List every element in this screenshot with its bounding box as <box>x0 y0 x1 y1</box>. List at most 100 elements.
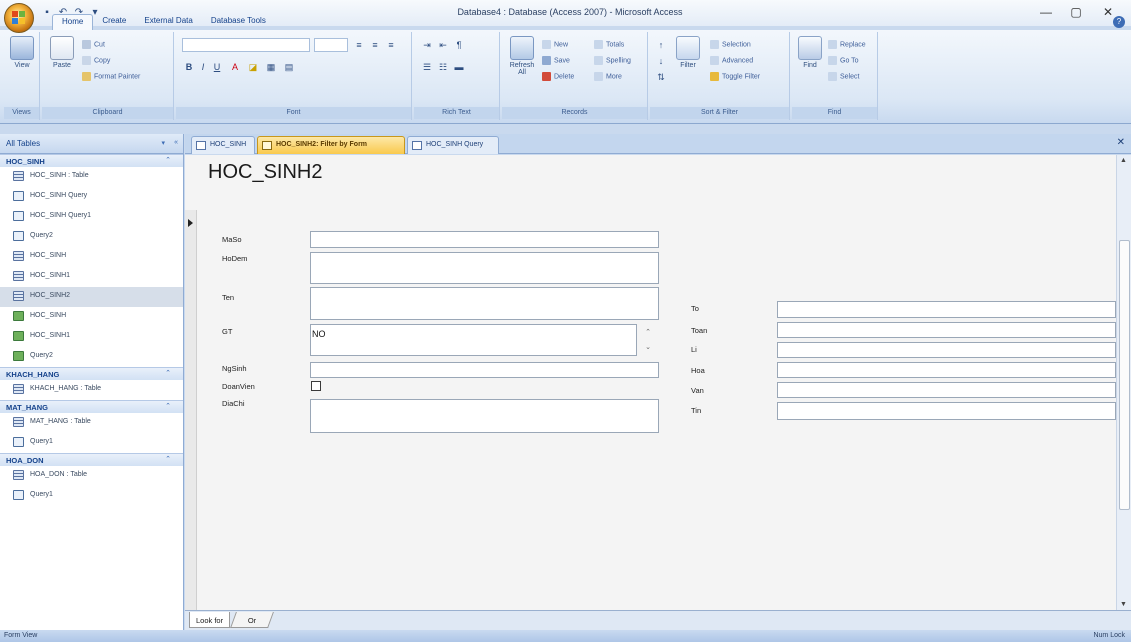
field-ngsinh[interactable] <box>310 362 659 378</box>
sort-descending-icon[interactable]: ↓ <box>654 54 668 68</box>
help-icon[interactable]: ? <box>1113 16 1125 28</box>
view-button[interactable]: View <box>8 36 36 69</box>
font-name-combo[interactable] <box>182 38 310 52</box>
nav-pane-header[interactable]: All Tables ▾ « <box>0 134 183 154</box>
collapse-group-icon[interactable]: ⌃ <box>165 156 171 164</box>
alternate-fill-icon[interactable]: ▤ <box>282 60 296 74</box>
field-maso[interactable] <box>310 231 659 248</box>
scroll-down-arrow-icon[interactable]: ▼ <box>1120 601 1127 608</box>
select-button[interactable]: Select <box>828 72 859 81</box>
field-hodem[interactable] <box>310 252 659 284</box>
close-document-icon[interactable]: ✕ <box>1117 137 1125 148</box>
field-gt[interactable]: NO ⌃ ⌄ <box>310 324 651 356</box>
vertical-scrollbar[interactable]: ▲ ▼ <box>1116 155 1131 610</box>
gridlines-icon[interactable]: ▦ <box>264 60 278 74</box>
nav-group-header[interactable]: MAT_HANG ⌃ <box>0 400 183 413</box>
totals-button[interactable]: Totals <box>594 40 624 49</box>
cut-button[interactable]: Cut <box>82 40 105 49</box>
doc-tab-hoc-sinh[interactable]: HOC_SINH <box>191 136 255 154</box>
field-tin[interactable] <box>777 402 1116 420</box>
field-hoa[interactable] <box>777 362 1116 378</box>
field-to[interactable] <box>777 301 1116 318</box>
delete-record-button[interactable]: Delete <box>542 72 574 81</box>
nav-group-header[interactable]: HOA_DON ⌃ <box>0 453 183 466</box>
maximize-button[interactable]: ▢ <box>1064 4 1088 20</box>
collapse-group-icon[interactable]: ⌃ <box>165 369 171 377</box>
nav-item[interactable]: Query1 <box>0 433 183 453</box>
font-size-combo[interactable] <box>314 38 348 52</box>
collapse-group-icon[interactable]: ⌃ <box>165 402 171 410</box>
align-right-icon[interactable]: ≡ <box>384 38 398 52</box>
sort-ascending-icon[interactable]: ↑ <box>654 38 668 52</box>
nav-item[interactable]: HOC_SINH <box>0 247 183 267</box>
clear-sort-icon[interactable]: ⇅ <box>654 70 668 84</box>
minimize-button[interactable]: — <box>1034 4 1058 20</box>
nav-dropdown-icon[interactable]: ▾ <box>161 139 165 147</box>
advanced-filter-button[interactable]: Advanced <box>710 56 753 65</box>
refresh-all-button[interactable]: Refresh All <box>508 36 536 76</box>
doc-tab-hoc-sinh-query[interactable]: HOC_SINH Query <box>407 136 499 154</box>
bullets-icon[interactable]: ☰ <box>420 60 434 74</box>
bold-icon[interactable]: B <box>182 60 196 74</box>
nav-item[interactable]: Query2 <box>0 347 183 367</box>
numbering-icon[interactable]: ☷ <box>436 60 450 74</box>
doc-tab-filter-by-form[interactable]: HOC_SINH2: Filter by Form <box>257 136 405 154</box>
toggle-filter-button[interactable]: Toggle Filter <box>710 72 760 81</box>
tab-create[interactable]: Create <box>93 14 135 30</box>
nav-group-header[interactable]: KHACH_HANG ⌃ <box>0 367 183 380</box>
underline-icon[interactable]: U <box>210 60 224 74</box>
new-record-button[interactable]: New <box>542 40 568 49</box>
indent-icon[interactable]: ⇥ <box>420 38 434 52</box>
tab-external-data[interactable]: External Data <box>135 14 201 30</box>
nav-item[interactable]: HOC_SINH <box>0 307 183 327</box>
filter-button[interactable]: Filter <box>674 36 702 69</box>
field-van[interactable] <box>777 382 1116 398</box>
record-selector[interactable] <box>185 210 197 610</box>
checkbox-doanvien[interactable] <box>311 381 321 391</box>
spelling-button[interactable]: Spelling <box>594 56 631 65</box>
scrollbar-thumb[interactable] <box>1119 240 1130 510</box>
more-records-button[interactable]: More <box>594 72 622 81</box>
collapse-group-icon[interactable]: ⌃ <box>165 455 171 463</box>
nav-item[interactable]: HOC_SINH1 <box>0 327 183 347</box>
field-diachi[interactable] <box>310 399 659 433</box>
nav-item[interactable]: MAT_HANG : Table <box>0 413 183 433</box>
replace-button[interactable]: Replace <box>828 40 866 49</box>
paste-button[interactable]: Paste <box>48 36 76 69</box>
field-ten[interactable] <box>310 287 659 320</box>
fill-color-icon[interactable]: ◪ <box>246 60 260 74</box>
nav-item[interactable]: Query2 <box>0 227 183 247</box>
nav-item[interactable]: HOC_SINH Query1 <box>0 207 183 227</box>
goto-button[interactable]: Go To <box>828 56 859 65</box>
nav-item[interactable]: HOC_SINH : Table <box>0 167 183 187</box>
outdent-icon[interactable]: ⇤ <box>436 38 450 52</box>
nav-item[interactable]: HOA_DON : Table <box>0 466 183 486</box>
field-toan[interactable] <box>777 322 1116 338</box>
find-button[interactable]: Find <box>796 36 824 69</box>
nav-item[interactable]: HOC_SINH Query <box>0 187 183 207</box>
align-center-icon[interactable]: ≡ <box>368 38 382 52</box>
look-for-tab[interactable]: Look for <box>189 612 231 628</box>
text-direction-icon[interactable]: ¶ <box>452 38 466 52</box>
field-li[interactable] <box>777 342 1116 358</box>
nav-collapse-icon[interactable]: « <box>174 139 178 146</box>
nav-item[interactable]: HOC_SINH2 <box>0 287 183 307</box>
office-button[interactable] <box>4 3 34 33</box>
nav-item[interactable]: KHACH_HANG : Table <box>0 380 183 400</box>
highlight-icon[interactable]: ▬ <box>452 60 466 74</box>
copy-button[interactable]: Copy <box>82 56 110 65</box>
nav-group-header[interactable]: HOC_SINH ⌃ <box>0 154 183 167</box>
italic-icon[interactable]: I <box>196 60 210 74</box>
nav-item[interactable]: HOC_SINH1 <box>0 267 183 287</box>
tab-home[interactable]: Home <box>52 14 94 30</box>
align-left-icon[interactable]: ≡ <box>352 38 366 52</box>
font-color-icon[interactable]: A <box>228 60 242 74</box>
scroll-up-arrow-icon[interactable]: ▲ <box>1120 157 1127 164</box>
tab-database-tools[interactable]: Database Tools <box>202 14 275 30</box>
format-painter-button[interactable]: Format Painter <box>82 72 140 81</box>
or-tab[interactable]: Or <box>230 612 274 628</box>
selection-button[interactable]: Selection <box>710 40 751 49</box>
nav-item[interactable]: Query1 <box>0 486 183 506</box>
save-record-button[interactable]: Save <box>542 56 570 65</box>
scroll-down-icon[interactable]: ⌄ <box>638 340 658 355</box>
